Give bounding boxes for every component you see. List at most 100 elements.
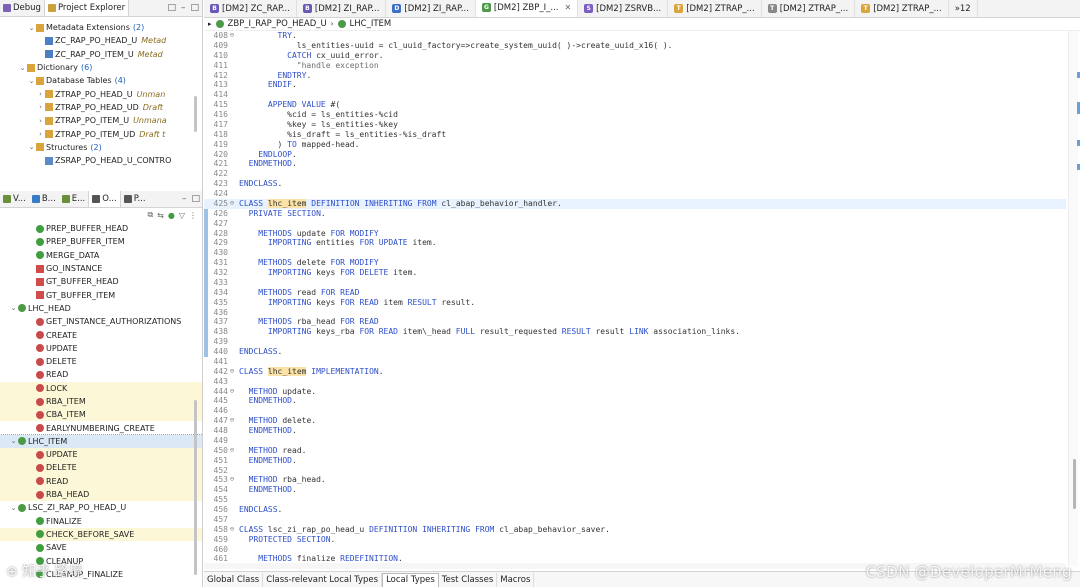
editor-tab[interactable]: S [DM2] ZSRVB... bbox=[578, 0, 669, 17]
tab-properties[interactable]: P... bbox=[121, 191, 149, 207]
editor-tab[interactable]: G [DM2] ZBP_I_... ✕ bbox=[475, 0, 579, 17]
tree-item[interactable]: DELETE bbox=[0, 461, 202, 475]
code-line[interactable]: 439 bbox=[204, 337, 1066, 347]
tree-item[interactable]: GO_INSTANCE bbox=[0, 262, 202, 275]
project-tree-scrollbar[interactable] bbox=[194, 96, 197, 132]
expand-toggle-icon[interactable]: ⌄ bbox=[9, 437, 18, 445]
code-line[interactable]: 408 ⊖ TRY. bbox=[204, 31, 1066, 41]
tree-item[interactable]: › ZTRAP_PO_ITEM_UD Draft t bbox=[0, 127, 202, 140]
code-line[interactable]: 449 bbox=[204, 436, 1066, 446]
code-line[interactable]: 427 bbox=[204, 219, 1066, 229]
code-line[interactable]: 448 ENDMETHOD. bbox=[204, 426, 1066, 436]
code-line[interactable]: 413 ENDIF. bbox=[204, 80, 1066, 90]
overview-ruler[interactable] bbox=[1076, 32, 1080, 562]
fold-toggle-icon[interactable]: ⊖ bbox=[228, 525, 236, 535]
editor-tab[interactable]: »12 bbox=[949, 0, 978, 17]
maximize-icon[interactable]: □ bbox=[190, 3, 199, 13]
code-line[interactable]: 443 bbox=[204, 377, 1066, 387]
tree-item[interactable]: GT_BUFFER_ITEM bbox=[0, 288, 202, 301]
tree-item[interactable]: LOCK bbox=[0, 381, 202, 395]
code-line[interactable]: 430 bbox=[204, 248, 1066, 258]
tree-item[interactable]: PREP_BUFFER_ITEM bbox=[0, 235, 202, 248]
tree-item[interactable]: › ZTRAP_PO_HEAD_U Unman bbox=[0, 87, 202, 100]
code-line[interactable]: 428 METHODS update FOR MODIFY bbox=[204, 229, 1066, 239]
tree-item[interactable]: EARLYNUMBERING_CREATE bbox=[0, 421, 202, 434]
tree-item[interactable]: CHECK_BEFORE_SAVE bbox=[0, 527, 202, 542]
outline-scrollbar[interactable] bbox=[194, 400, 197, 575]
tree-item[interactable]: UPDATE bbox=[0, 448, 202, 462]
tab-breakpoints[interactable]: B... bbox=[29, 191, 59, 207]
code-line[interactable]: 451 ENDMETHOD. bbox=[204, 456, 1066, 466]
code-line[interactable]: 437 METHODS rba_head FOR READ bbox=[204, 317, 1066, 327]
code-line[interactable]: 422 bbox=[204, 169, 1066, 179]
code-line[interactable]: 455 bbox=[204, 495, 1066, 505]
tree-item[interactable]: CREATE bbox=[0, 328, 202, 341]
fold-toggle-icon[interactable]: ⊖ bbox=[228, 31, 236, 41]
fold-toggle-icon[interactable]: ⊖ bbox=[228, 367, 236, 377]
expand-toggle-icon[interactable]: › bbox=[36, 103, 45, 111]
tree-item[interactable]: › ZTRAP_PO_HEAD_UD Draft bbox=[0, 101, 202, 114]
code-area[interactable]: 408 ⊖ TRY. 409 ls_entities-uuid = cl_uuid_… bbox=[204, 31, 1066, 566]
fold-toggle-icon[interactable]: ⊖ bbox=[228, 416, 236, 426]
fold-toggle-icon[interactable]: ⊖ bbox=[228, 199, 236, 209]
code-line[interactable]: 458 ⊖ CLASS lsc_zi_rap_po_head_u DEFINITIO… bbox=[204, 525, 1066, 535]
code-line[interactable]: 440 ENDCLASS. bbox=[204, 347, 1066, 357]
code-line[interactable]: 436 bbox=[204, 308, 1066, 318]
fold-toggle-icon[interactable]: ⊖ bbox=[228, 446, 236, 456]
editor-tab[interactable]: D [DM2] ZI_RAP... bbox=[386, 0, 476, 17]
code-line[interactable]: 420 ENDLOOP. bbox=[204, 150, 1066, 160]
tree-item[interactable]: PREP_BUFFER_HEAD bbox=[0, 222, 202, 235]
code-line[interactable]: 415 APPEND VALUE #( bbox=[204, 100, 1066, 110]
link-editor-icon[interactable]: ⇆ bbox=[157, 211, 164, 220]
source-tab[interactable]: Macros bbox=[497, 572, 535, 587]
code-line[interactable]: 447 ⊖ METHOD delete. bbox=[204, 416, 1066, 426]
breadcrumb-item[interactable]: ZBP_I_RAP_PO_HEAD_U bbox=[228, 19, 327, 29]
code-line[interactable]: 417 %key = ls_entities-%key bbox=[204, 120, 1066, 130]
breadcrumb-arrow-icon[interactable]: ▸ bbox=[208, 20, 212, 28]
tree-item[interactable]: ⌄ Dictionary (6) bbox=[0, 61, 202, 74]
code-line[interactable]: 460 bbox=[204, 545, 1066, 555]
tree-item[interactable]: UPDATE bbox=[0, 342, 202, 355]
collapse-all-icon[interactable]: ⧉ bbox=[147, 210, 153, 220]
maximize-icon[interactable]: □ bbox=[191, 194, 200, 204]
expand-toggle-icon[interactable]: ⌄ bbox=[27, 24, 36, 32]
code-line[interactable]: 435 IMPORTING keys FOR READ item RESULT … bbox=[204, 298, 1066, 308]
tree-item[interactable]: ⌄ LHC_HEAD bbox=[0, 302, 202, 315]
tab-project-explorer[interactable]: Project Explorer bbox=[43, 0, 130, 16]
tree-item[interactable]: ⌄ LSC_ZI_RAP_PO_HEAD_U bbox=[0, 501, 202, 514]
editor-tab[interactable]: T [DM2] ZTRAP_... bbox=[668, 0, 762, 17]
expand-toggle-icon[interactable]: › bbox=[36, 117, 45, 125]
code-line[interactable]: 421 ENDMETHOD. bbox=[204, 159, 1066, 169]
tab-outline[interactable]: O... bbox=[88, 191, 121, 207]
editor-tab[interactable]: T [DM2] ZTRAP_... bbox=[762, 0, 856, 17]
code-line[interactable]: 450 ⊖ METHOD read. bbox=[204, 446, 1066, 456]
source-tab[interactable]: Test Classes bbox=[439, 572, 498, 587]
tree-item[interactable]: ZSRAP_PO_HEAD_U_CONTRO bbox=[0, 154, 202, 167]
code-line[interactable]: 419 ) TO mapped-head. bbox=[204, 140, 1066, 150]
fold-toggle-icon[interactable]: ⊖ bbox=[228, 387, 236, 397]
code-line[interactable]: 445 ENDMETHOD. bbox=[204, 396, 1066, 406]
tree-item[interactable]: RBA_HEAD bbox=[0, 487, 202, 502]
tab-variables[interactable]: V... bbox=[0, 191, 29, 207]
code-line[interactable]: 438 IMPORTING keys_rba FOR READ item\_he… bbox=[204, 327, 1066, 337]
tree-item[interactable]: FINALIZE bbox=[0, 515, 202, 528]
tree-item[interactable]: SAVE bbox=[0, 541, 202, 554]
expand-toggle-icon[interactable]: ⌄ bbox=[27, 77, 36, 85]
tree-item[interactable]: ⌄ Metadata Extensions (2) bbox=[0, 21, 202, 34]
code-line[interactable]: 425 ⊖ CLASS lhc_item DEFINITION INHERITING… bbox=[204, 198, 1066, 209]
restore-icon[interactable]: □ bbox=[167, 3, 176, 13]
code-line[interactable]: 444 ⊖ METHOD update. bbox=[204, 387, 1066, 397]
tree-item[interactable]: ⌄ LHC_ITEM bbox=[0, 433, 202, 450]
code-line[interactable]: 416 %cid = ls_entities-%cid bbox=[204, 110, 1066, 120]
tree-item[interactable]: ⌄ Database Tables (4) bbox=[0, 74, 202, 87]
code-line[interactable]: 446 bbox=[204, 406, 1066, 416]
expand-toggle-icon[interactable]: ⌄ bbox=[27, 143, 36, 151]
tree-item[interactable]: CBA_ITEM bbox=[0, 408, 202, 422]
code-line[interactable]: 454 ENDMETHOD. bbox=[204, 485, 1066, 495]
code-line[interactable]: 453 ⊖ METHOD rba_head. bbox=[204, 475, 1066, 485]
view-menu-icon[interactable]: ⋮ bbox=[189, 211, 197, 220]
minimize-icon[interactable]: – bbox=[182, 194, 187, 204]
close-icon[interactable]: ✕ bbox=[564, 3, 571, 12]
minimize-icon[interactable]: – bbox=[181, 3, 186, 13]
code-line[interactable]: 452 bbox=[204, 466, 1066, 476]
